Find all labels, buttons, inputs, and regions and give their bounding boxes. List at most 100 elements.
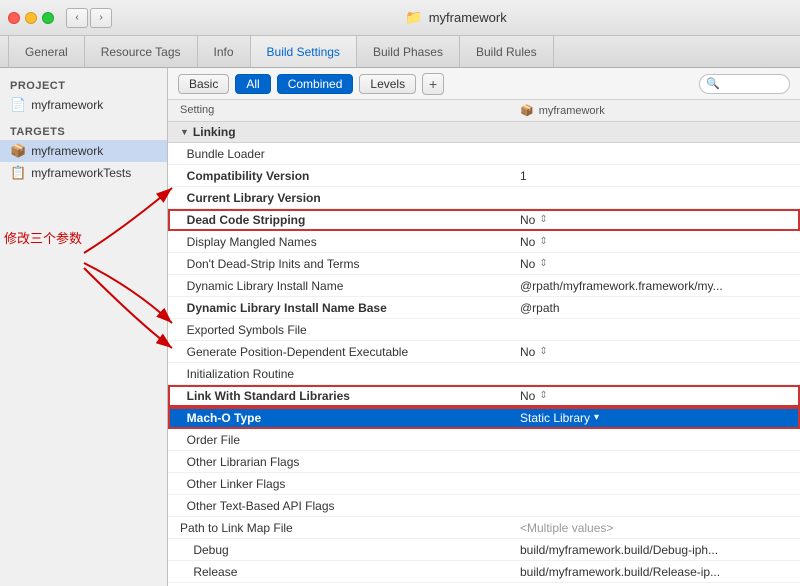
stepper-control[interactable]: ⇕ bbox=[539, 236, 547, 247]
table-row[interactable]: Other Text-Based API Flags bbox=[168, 495, 800, 517]
forward-button[interactable]: › bbox=[90, 8, 112, 28]
project-icon: 📁 bbox=[405, 9, 422, 26]
settings-table[interactable]: ▼ Linking Bundle Loader Compatibility Ve… bbox=[168, 122, 800, 586]
search-icon: 🔍 bbox=[706, 77, 720, 90]
search-box[interactable]: 🔍 bbox=[699, 74, 790, 94]
tab-build-phases[interactable]: Build Phases bbox=[357, 36, 460, 67]
table-row[interactable]: Releasebuild/myframework.build/Release-i… bbox=[168, 561, 800, 583]
tab-resource-tags[interactable]: Resource Tags bbox=[85, 36, 198, 67]
basic-filter-button[interactable]: Basic bbox=[178, 74, 229, 94]
filter-bar: Basic All Combined Levels + 🔍 bbox=[168, 68, 800, 100]
setting-value bbox=[508, 504, 800, 508]
project-file-icon: 📄 bbox=[10, 97, 26, 113]
setting-name: Compatibility Version bbox=[168, 167, 508, 185]
setting-value: Static Library ▾ bbox=[508, 409, 800, 427]
table-row[interactable]: Don't Dead-Strip Inits and TermsNo⇕ bbox=[168, 253, 800, 275]
setting-name: Current Library Version bbox=[168, 189, 508, 207]
stepper-control[interactable]: ⇕ bbox=[539, 346, 547, 357]
setting-name: Exported Symbols File bbox=[168, 321, 508, 339]
sidebar-item-project[interactable]: 📄 myframework bbox=[0, 94, 167, 116]
setting-value bbox=[508, 482, 800, 486]
table-row[interactable]: Mach-O TypeStatic Library ▾ bbox=[168, 407, 800, 429]
maximize-button[interactable] bbox=[42, 12, 54, 24]
setting-name: Debug bbox=[168, 541, 508, 559]
setting-name: Release bbox=[168, 563, 508, 581]
setting-value bbox=[508, 152, 800, 156]
stepper-control[interactable]: ⇕ bbox=[539, 390, 547, 401]
setting-name: Bundle Loader bbox=[168, 145, 508, 163]
sidebar: PROJECT 📄 myframework TARGETS 📦 myframew… bbox=[0, 68, 168, 586]
linking-section-header: ▼ Linking bbox=[168, 122, 800, 143]
target-name: myframework bbox=[539, 105, 605, 117]
setting-name: Other Linker Flags bbox=[168, 475, 508, 493]
setting-value: No⇕ bbox=[508, 211, 800, 229]
setting-value bbox=[508, 196, 800, 200]
table-row[interactable]: Debugbuild/myframework.build/Debug-iph..… bbox=[168, 539, 800, 561]
minimize-button[interactable] bbox=[25, 12, 37, 24]
table-row[interactable]: Exported Symbols File bbox=[168, 319, 800, 341]
titlebar: ‹ › 📁 myframework bbox=[0, 0, 800, 36]
annotation-text: 修改三个参数 bbox=[0, 224, 167, 251]
annotation-area: 修改三个参数 bbox=[0, 224, 167, 251]
target2-icon: 📋 bbox=[10, 165, 26, 181]
table-row[interactable]: Dynamic Library Install Name Base@rpath bbox=[168, 297, 800, 319]
traffic-lights bbox=[8, 12, 54, 24]
table-row[interactable]: Current Library Version bbox=[168, 187, 800, 209]
all-filter-button[interactable]: All bbox=[235, 74, 270, 94]
setting-value: @rpath bbox=[508, 299, 800, 317]
setting-name: Don't Dead-Strip Inits and Terms bbox=[168, 255, 508, 273]
table-row[interactable]: Generate Position-Dependent ExecutableNo… bbox=[168, 341, 800, 363]
sidebar-item-target2[interactable]: 📋 myframeworkTests bbox=[0, 162, 167, 184]
stepper-control[interactable]: ⇕ bbox=[539, 214, 547, 225]
table-row[interactable]: Compatibility Version1 bbox=[168, 165, 800, 187]
table-row[interactable]: Path to Link Map File<Multiple values> bbox=[168, 517, 800, 539]
content-area: Basic All Combined Levels + 🔍 Setting 📦 … bbox=[168, 68, 800, 586]
table-row[interactable]: Dead Code StrippingNo⇕ bbox=[168, 209, 800, 231]
sidebar-item-target1[interactable]: 📦 myframework bbox=[0, 140, 167, 162]
stepper-control[interactable]: ⇕ bbox=[539, 258, 547, 269]
target-icon: 📦 bbox=[520, 104, 534, 117]
target1-icon: 📦 bbox=[10, 143, 26, 159]
tabbar: General Resource Tags Info Build Setting… bbox=[0, 36, 800, 68]
setting-value: 1 bbox=[508, 167, 800, 185]
table-row[interactable]: Other Linker Flags bbox=[168, 473, 800, 495]
search-input[interactable] bbox=[723, 78, 783, 90]
add-setting-button[interactable]: + bbox=[422, 73, 444, 95]
table-row[interactable]: Other Librarian Flags bbox=[168, 451, 800, 473]
tab-info[interactable]: Info bbox=[198, 36, 251, 67]
setting-name: Initialization Routine bbox=[168, 365, 508, 383]
tab-general[interactable]: General bbox=[8, 36, 85, 67]
table-row[interactable]: Dynamic Library Install Name@rpath/myfra… bbox=[168, 275, 800, 297]
setting-name: Dynamic Library Install Name bbox=[168, 277, 508, 295]
setting-name: Generate Position-Dependent Executable bbox=[168, 343, 508, 361]
setting-value bbox=[508, 328, 800, 332]
setting-value: No⇕ bbox=[508, 233, 800, 251]
table-row[interactable]: Display Mangled NamesNo⇕ bbox=[168, 231, 800, 253]
table-row[interactable]: Bundle Loader bbox=[168, 143, 800, 165]
setting-value: build/myframework.build/Debug-iph... bbox=[508, 541, 800, 559]
tab-build-rules[interactable]: Build Rules bbox=[460, 36, 554, 67]
setting-name: Other Librarian Flags bbox=[168, 453, 508, 471]
tab-build-settings[interactable]: Build Settings bbox=[251, 36, 357, 67]
sidebar-project-label: myframework bbox=[31, 98, 103, 112]
table-row[interactable]: Order File bbox=[168, 429, 800, 451]
table-row[interactable]: Link With Standard LibrariesNo⇕ bbox=[168, 385, 800, 407]
main-layout: PROJECT 📄 myframework TARGETS 📦 myframew… bbox=[0, 68, 800, 586]
setting-value: No⇕ bbox=[508, 255, 800, 273]
setting-value: <Multiple values> bbox=[508, 519, 800, 537]
close-button[interactable] bbox=[8, 12, 20, 24]
setting-value bbox=[508, 372, 800, 376]
setting-value: No⇕ bbox=[508, 343, 800, 361]
back-button[interactable]: ‹ bbox=[66, 8, 88, 28]
value-column-header: 📦 myframework bbox=[508, 102, 800, 119]
targets-section-header: TARGETS bbox=[0, 122, 167, 140]
setting-column-header: Setting bbox=[168, 102, 508, 119]
setting-name: Other Text-Based API Flags bbox=[168, 497, 508, 515]
table-row[interactable]: Initialization Routine bbox=[168, 363, 800, 385]
combined-filter-button[interactable]: Combined bbox=[277, 74, 354, 94]
setting-value bbox=[508, 460, 800, 464]
setting-value: build/myframework.build/Release-ip... bbox=[508, 563, 800, 581]
dropdown-arrow-icon[interactable]: ▾ bbox=[594, 412, 599, 423]
setting-name: Mach-O Type bbox=[168, 409, 508, 427]
levels-filter-button[interactable]: Levels bbox=[359, 74, 416, 94]
